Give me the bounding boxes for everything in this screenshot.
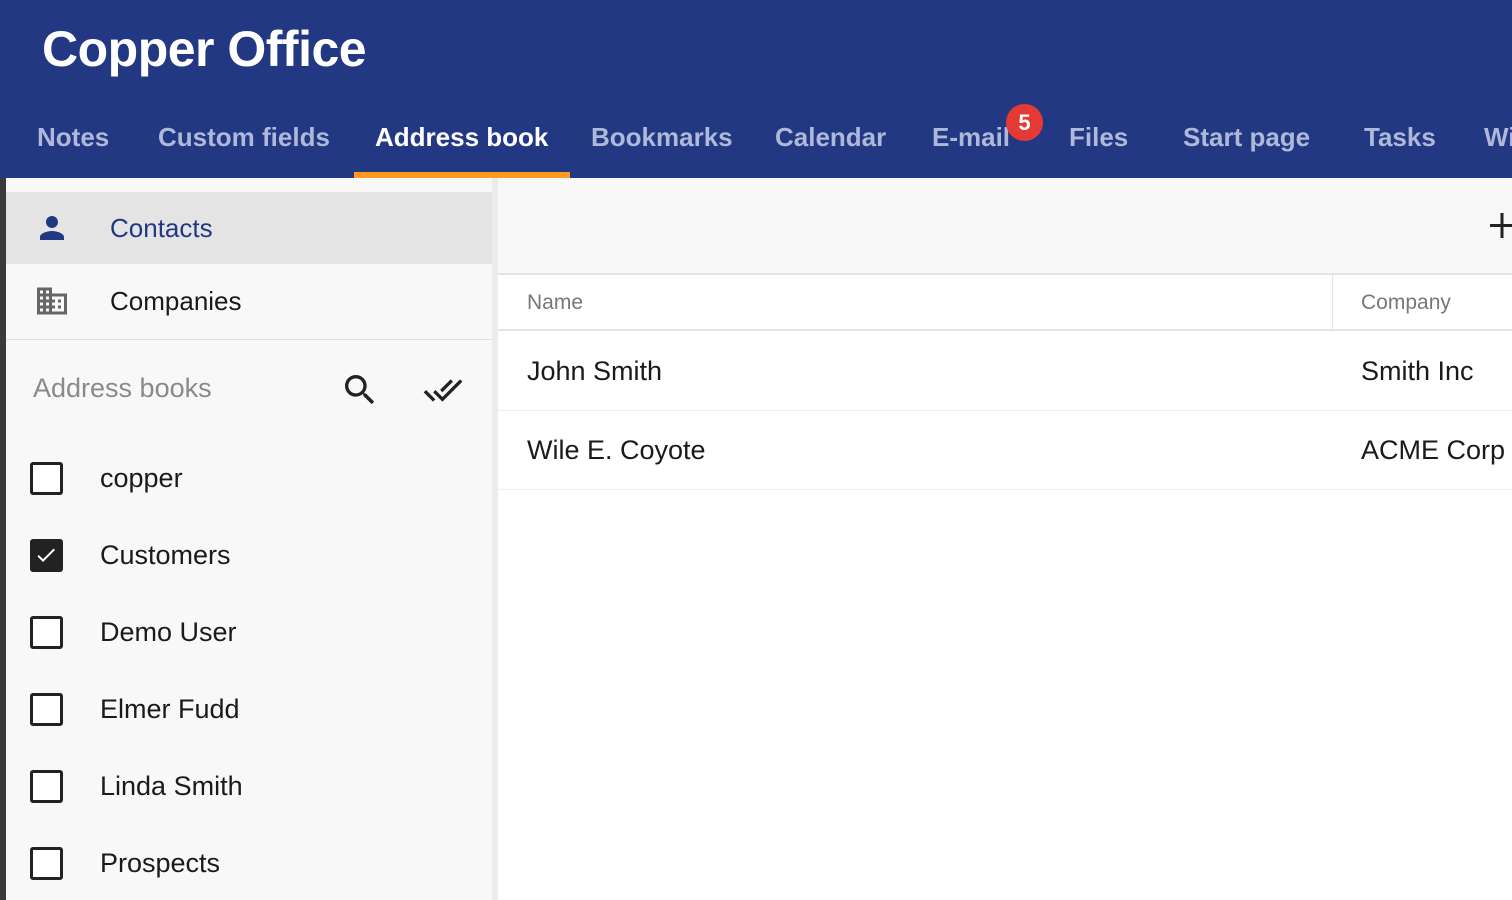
column-separator — [1332, 275, 1333, 331]
checkbox-checked[interactable] — [30, 539, 63, 572]
checkmark-icon — [37, 548, 55, 562]
sidebar-item-label: Contacts — [110, 213, 213, 243]
person-icon — [34, 210, 70, 246]
tab-wi[interactable]: Wi — [1484, 96, 1512, 178]
column-header-company[interactable]: Company — [1361, 275, 1451, 331]
contact-name: Wile E. Coyote — [527, 435, 706, 465]
address-books-heading: Address books — [33, 373, 212, 403]
address-book-label: Linda Smith — [100, 771, 243, 801]
address-book-item[interactable]: Customers — [6, 525, 492, 585]
table-row[interactable]: Wile E. Coyote ACME Corp — [498, 411, 1512, 490]
email-unread-badge: 5 — [1006, 104, 1043, 141]
address-book-label: Demo User — [100, 617, 237, 647]
address-book-label: Customers — [100, 540, 231, 570]
address-book-item[interactable]: Demo User — [6, 602, 492, 662]
sidebar: Contacts Companies Address books copper … — [6, 178, 492, 900]
address-book-item[interactable]: copper — [6, 448, 492, 508]
toolbar — [498, 178, 1512, 275]
building-icon — [34, 283, 70, 319]
tab-tasks[interactable]: Tasks — [1364, 96, 1436, 178]
checkbox[interactable] — [30, 462, 63, 495]
tab-address-book[interactable]: Address book — [375, 96, 548, 178]
column-header-name[interactable]: Name — [527, 275, 583, 331]
contact-company: Smith Inc — [1361, 356, 1474, 386]
checkbox[interactable] — [30, 847, 63, 880]
tab-notes[interactable]: Notes — [37, 96, 109, 178]
sidebar-item-contacts[interactable]: Contacts — [6, 192, 492, 264]
tab-calendar[interactable]: Calendar — [775, 96, 886, 178]
tab-bookmarks[interactable]: Bookmarks — [591, 96, 733, 178]
sidebar-item-companies[interactable]: Companies — [6, 265, 492, 337]
sidebar-item-label: Companies — [110, 286, 242, 316]
tab-files[interactable]: Files — [1069, 96, 1128, 178]
table-row[interactable]: John Smith Smith Inc — [498, 332, 1512, 411]
checkbox[interactable] — [30, 770, 63, 803]
address-book-item[interactable]: Linda Smith — [6, 756, 492, 816]
contact-company: ACME Corp — [1361, 435, 1506, 465]
address-book-label: copper — [100, 463, 183, 493]
address-book-label: Elmer Fudd — [100, 694, 240, 724]
main-tabs: Notes Custom fields Address book Bookmar… — [0, 96, 1512, 178]
tab-custom-fields[interactable]: Custom fields — [158, 96, 330, 178]
tab-email[interactable]: E-mail — [932, 96, 1010, 178]
checkbox[interactable] — [30, 616, 63, 649]
search-icon[interactable] — [340, 370, 380, 410]
address-book-item[interactable]: Elmer Fudd — [6, 679, 492, 739]
tab-start-page[interactable]: Start page — [1183, 96, 1310, 178]
address-book-item[interactable]: Prospects — [6, 833, 492, 893]
add-icon[interactable] — [1490, 208, 1512, 244]
contacts-panel: Name Company John Smith Smith Inc Wile E… — [498, 178, 1512, 900]
done-all-icon[interactable] — [420, 370, 466, 410]
contact-name: John Smith — [527, 356, 663, 386]
app-title: Copper Office — [42, 21, 367, 77]
sidebar-divider — [6, 339, 492, 340]
table-header: Name Company — [498, 275, 1512, 331]
address-book-label: Prospects — [100, 848, 221, 878]
checkbox[interactable] — [30, 693, 63, 726]
